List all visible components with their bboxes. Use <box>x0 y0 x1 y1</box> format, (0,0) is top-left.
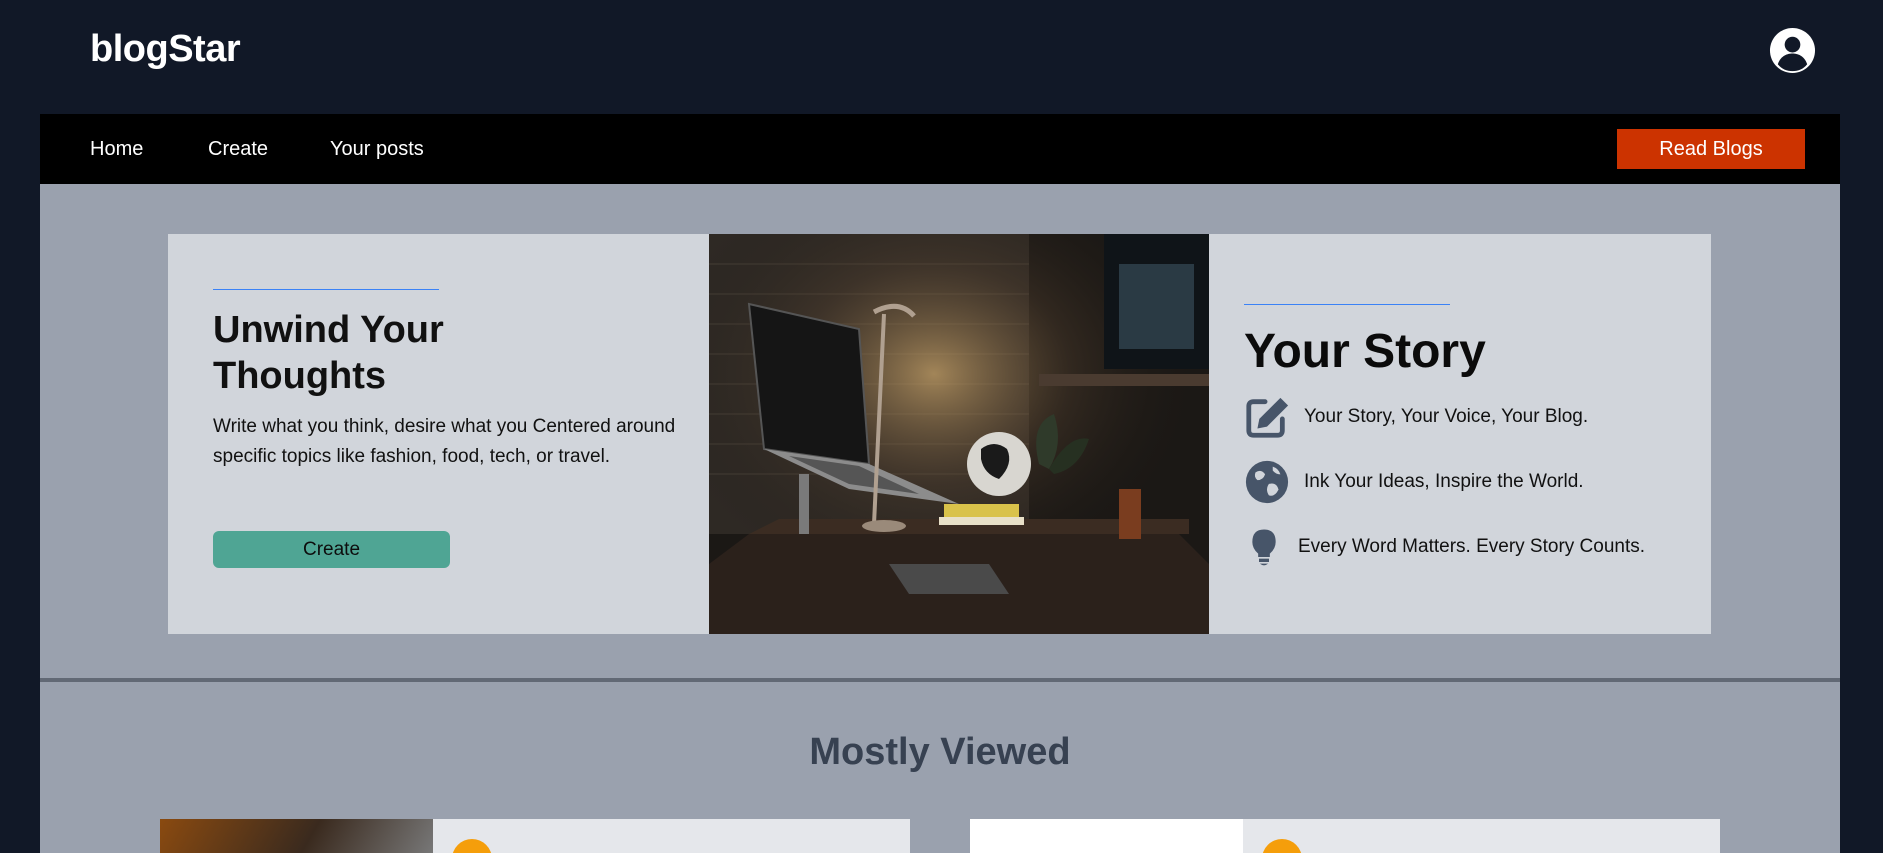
blog-card-thumbnail <box>160 819 433 853</box>
hero-title: Unwind Your Thoughts <box>213 309 444 397</box>
author-avatar <box>452 839 492 853</box>
story-item: Your Story, Your Voice, Your Blog. <box>1244 394 1588 440</box>
lightbulb-icon <box>1252 529 1276 566</box>
your-story-panel: Your Story Your Story, Your Voice, Your … <box>1209 234 1711 634</box>
main-navbar: Home Create Your posts Read Blogs <box>40 114 1840 184</box>
globe-icon <box>1245 460 1289 504</box>
accent-divider <box>213 289 439 290</box>
main-content: Unwind Your Thoughts Write what you thin… <box>40 184 1840 853</box>
user-circle-icon[interactable] <box>1769 27 1816 74</box>
section-divider <box>40 678 1840 682</box>
top-bar: blogStar <box>0 0 1883 114</box>
nav-create-link[interactable]: Create <box>208 114 268 184</box>
blog-card[interactable] <box>970 819 1720 853</box>
brand-logo[interactable]: blogStar <box>90 28 241 71</box>
story-item: Ink Your Ideas, Inspire the World. <box>1244 459 1584 505</box>
author-avatar <box>1262 839 1302 853</box>
hero-intro-panel: Unwind Your Thoughts Write what you thin… <box>168 234 709 634</box>
create-post-button[interactable]: Create <box>213 531 450 568</box>
mostly-viewed-title: Mostly Viewed <box>809 731 1071 773</box>
edit-icon <box>1246 397 1289 438</box>
read-blogs-button[interactable]: Read Blogs <box>1617 129 1805 169</box>
laptop-on-desk-photo <box>709 234 1209 634</box>
story-item: Every Word Matters. Every Story Counts. <box>1244 524 1645 570</box>
hero-section: Unwind Your Thoughts Write what you thin… <box>168 234 1711 634</box>
story-item-text: Ink Your Ideas, Inspire the World. <box>1304 471 1584 492</box>
hero-description: Write what you think, desire what you Ce… <box>213 416 676 467</box>
blog-card[interactable] <box>160 819 910 853</box>
story-title: Your Story <box>1244 325 1486 378</box>
story-item-text: Every Word Matters. Every Story Counts. <box>1298 536 1646 557</box>
nav-home-link[interactable]: Home <box>90 114 143 184</box>
blog-card-thumbnail <box>970 819 1243 853</box>
story-item-text: Your Story, Your Voice, Your Blog. <box>1304 406 1589 427</box>
accent-divider <box>1244 304 1450 305</box>
nav-your-posts-link[interactable]: Your posts <box>330 114 424 184</box>
